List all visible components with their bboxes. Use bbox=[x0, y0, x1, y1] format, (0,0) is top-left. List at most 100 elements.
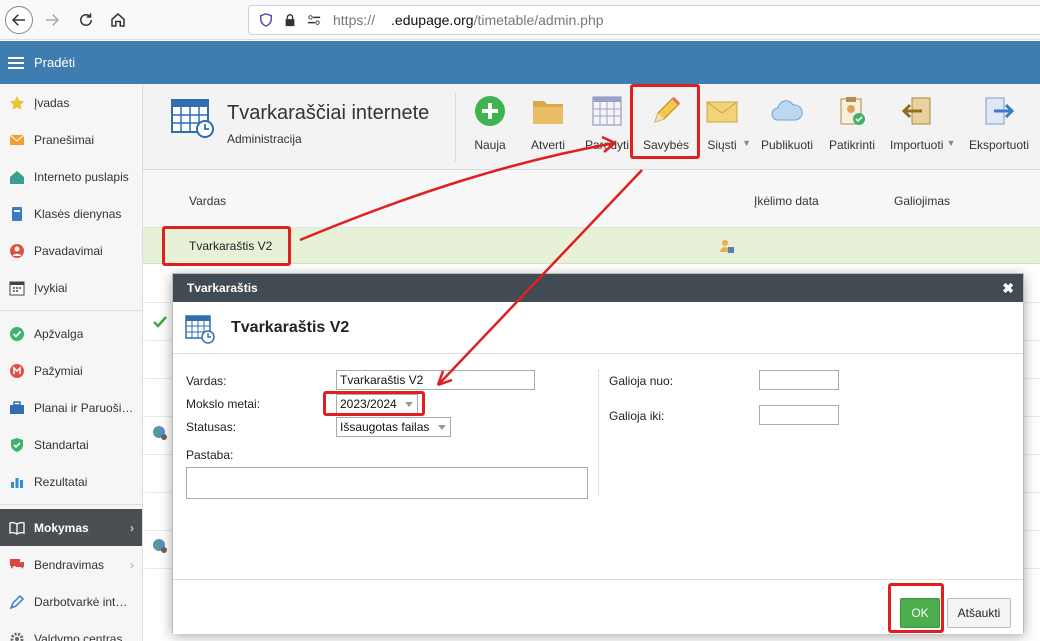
sidebar-item-bendravimas[interactable]: Bendravimas › bbox=[0, 546, 142, 583]
dialog-footer: OK Atšaukti bbox=[173, 579, 1023, 634]
ok-button[interactable]: OK bbox=[900, 598, 940, 628]
sidebar-item-label: Apžvalga bbox=[34, 326, 84, 341]
grade-icon bbox=[8, 362, 26, 380]
new-button[interactable]: Nauja bbox=[473, 92, 507, 152]
open-button[interactable]: Atverti bbox=[531, 92, 565, 152]
valid-from-input[interactable] bbox=[759, 370, 839, 390]
export-button[interactable]: Eksportuoti bbox=[969, 92, 1029, 152]
column-name[interactable]: Vardas bbox=[189, 194, 226, 208]
chat-icon bbox=[8, 556, 26, 574]
properties-button[interactable]: Savybės bbox=[643, 92, 689, 152]
sidebar-item-rezultatai[interactable]: Rezultatai bbox=[0, 463, 142, 500]
bar-chart-icon bbox=[8, 473, 26, 491]
sidebar-item-interneto-puslapis[interactable]: Interneto puslapis bbox=[0, 158, 142, 195]
valid-to-input[interactable] bbox=[759, 405, 839, 425]
sidebar-item-planai[interactable]: Planai ir Paruošimai bbox=[0, 389, 142, 426]
show-button[interactable]: Parodyti bbox=[585, 92, 629, 152]
start-menu-label[interactable]: Pradėti bbox=[34, 55, 75, 70]
sidebar-item-pavadavimai[interactable]: Pavadavimai bbox=[0, 232, 142, 269]
calendar-icon bbox=[8, 279, 26, 297]
chevron-right-icon: › bbox=[130, 520, 134, 535]
school-year-label: Mokslo metai: bbox=[186, 397, 261, 411]
sidebar-item-pranesimai[interactable]: Pranešimai bbox=[0, 121, 142, 158]
sidebar-item-pazymiai[interactable]: Pažymiai bbox=[0, 352, 142, 389]
publish-button[interactable]: Publikuoti bbox=[761, 92, 813, 152]
grid-table-icon bbox=[592, 96, 622, 126]
column-validity[interactable]: Galiojimas bbox=[894, 194, 950, 208]
globe-icon bbox=[153, 539, 167, 553]
open-button-label: Atverti bbox=[531, 138, 566, 152]
page-subtitle: Administracija bbox=[227, 132, 302, 146]
pencil-icon bbox=[654, 96, 681, 123]
sidebar-item-klases-dienynas[interactable]: Klasės dienynas bbox=[0, 195, 142, 232]
check-circle-icon bbox=[8, 325, 26, 343]
timetable-icon bbox=[185, 315, 215, 344]
user-lock-icon bbox=[720, 240, 734, 253]
cancel-button[interactable]: Atšaukti bbox=[947, 598, 1011, 628]
dialog-header: Tvarkaraštis V2 bbox=[173, 302, 1023, 354]
checkmark-icon bbox=[153, 316, 167, 328]
sidebar-item-apzvalga[interactable]: Apžvalga bbox=[0, 315, 142, 352]
row-name: Tvarkaraštis V2 bbox=[189, 239, 273, 253]
back-button[interactable] bbox=[5, 6, 33, 34]
home-button[interactable] bbox=[104, 6, 132, 34]
sidebar-item-mokymas[interactable]: Mokymas › bbox=[0, 509, 142, 546]
sidebar-item-darbotvarke[interactable]: Darbotvarkė internete bbox=[0, 583, 142, 620]
import-icon bbox=[901, 97, 931, 125]
chevron-right-icon: › bbox=[130, 557, 134, 572]
sidebar-item-label: Mokymas bbox=[34, 520, 89, 535]
forward-button[interactable] bbox=[38, 6, 66, 34]
name-input[interactable] bbox=[336, 370, 535, 390]
properties-button-label: Savybės bbox=[643, 138, 690, 152]
sidebar-item-label: Darbotvarkė internete bbox=[34, 594, 134, 609]
url-host: .edupage.org bbox=[391, 12, 474, 28]
dialog-heading: Tvarkaraštis V2 bbox=[231, 319, 350, 336]
address-bar[interactable]: https:// .edupage.org/timetable/admin.php bbox=[248, 5, 1040, 35]
school-year-value: 2023/2024 bbox=[340, 397, 397, 411]
envelope-icon bbox=[706, 101, 738, 123]
export-icon bbox=[985, 97, 1015, 125]
sidebar-item-valdymo-centras[interactable]: Valdymo centras bbox=[0, 620, 142, 641]
dropdown-arrow-icon[interactable]: ▼ bbox=[946, 138, 955, 148]
table-header: Vardas Įkėlimo data Galiojimas bbox=[143, 170, 1040, 228]
envelope-icon bbox=[8, 131, 26, 149]
reload-icon bbox=[80, 13, 92, 26]
url-path: /timetable/admin.php bbox=[473, 12, 604, 28]
sidebar-item-label: Įvadas bbox=[34, 95, 70, 110]
school-year-select[interactable]: 2023/2024 bbox=[336, 394, 418, 414]
browser-toolbar: https:// .edupage.org/timetable/admin.php bbox=[0, 0, 1040, 40]
status-value: Išsaugotas failas bbox=[340, 420, 430, 434]
dialog-titlebar[interactable]: Tvarkaraštis ✖ bbox=[173, 274, 1023, 302]
dropdown-arrow-icon[interactable]: ▼ bbox=[742, 138, 751, 148]
check-button[interactable]: Patikrinti bbox=[829, 92, 875, 152]
shield-check-icon bbox=[8, 436, 26, 454]
column-upload-date[interactable]: Įkėlimo data bbox=[754, 194, 819, 208]
reload-button[interactable] bbox=[72, 6, 100, 34]
valid-from-label: Galioja nuo: bbox=[609, 374, 674, 388]
sidebar-item-ivykiai[interactable]: Įvykiai bbox=[0, 269, 142, 306]
timetable-properties-dialog: Tvarkaraštis ✖ Tvarkaraštis V2 Vardas: M… bbox=[172, 273, 1024, 634]
arrow-right-icon bbox=[46, 14, 60, 26]
tracking-shield-icon bbox=[259, 13, 273, 27]
sidebar-item-label: Klasės dienynas bbox=[34, 206, 122, 221]
book-icon bbox=[8, 205, 26, 223]
note-textarea[interactable] bbox=[186, 467, 588, 499]
import-button[interactable]: Importuoti ▼ bbox=[890, 92, 955, 152]
sidebar-item-label: Valdymo centras bbox=[34, 631, 123, 641]
home-icon bbox=[8, 168, 26, 186]
pencil-icon bbox=[8, 593, 26, 611]
sidebar-item-ivadas[interactable]: Įvadas bbox=[0, 84, 142, 121]
hamburger-menu-icon[interactable] bbox=[8, 56, 24, 69]
sidebar-item-standartai[interactable]: Standartai bbox=[0, 426, 142, 463]
dialog-window-title: Tvarkaraštis bbox=[187, 281, 258, 295]
send-button[interactable]: Siųsti ▼ bbox=[705, 92, 751, 152]
sidebar-divider bbox=[0, 310, 142, 311]
close-icon[interactable]: ✖ bbox=[1002, 280, 1014, 297]
person-icon bbox=[8, 242, 26, 260]
app-header-bar: Pradėti bbox=[0, 41, 1040, 84]
status-select[interactable]: Išsaugotas failas bbox=[336, 417, 451, 437]
lock-icon bbox=[283, 13, 297, 27]
dialog-column-divider bbox=[598, 370, 599, 496]
table-row[interactable]: Tvarkaraštis V2 bbox=[143, 228, 1040, 264]
show-button-label: Parodyti bbox=[585, 138, 630, 152]
